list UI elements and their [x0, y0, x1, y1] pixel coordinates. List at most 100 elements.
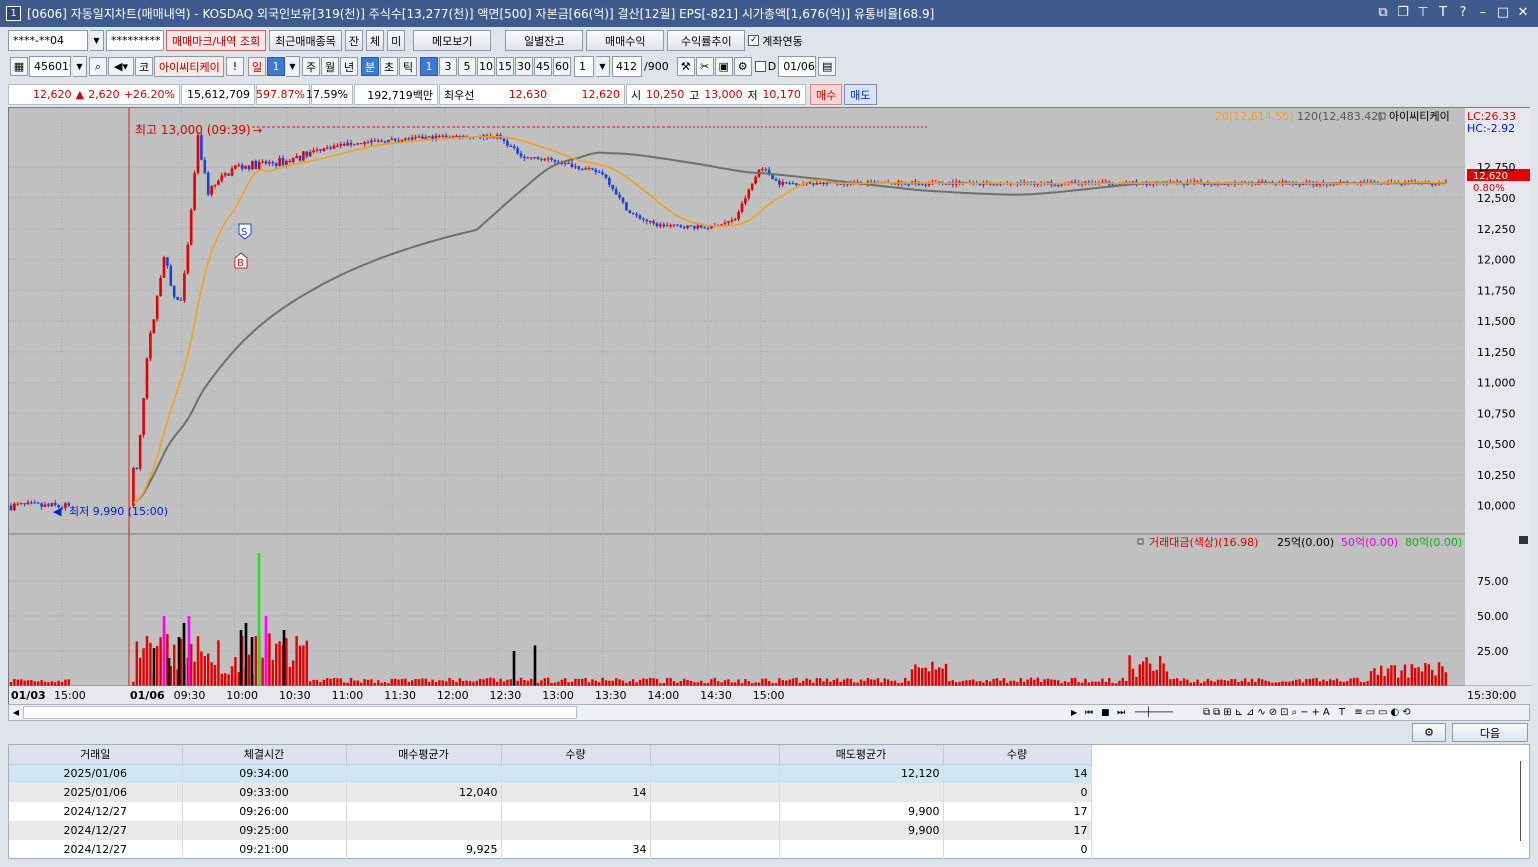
period-year-button[interactable]: 년 [340, 57, 358, 76]
header-sell-avg[interactable]: 매도평균가 [779, 745, 944, 765]
scroll-right-icon[interactable]: ▶ [1071, 708, 1085, 717]
drawing-tools-icon[interactable]: ⧉⧉⊞⊾⊿∿⊘⊡⌕−+A T ≡▭▭◐⟲ [1203, 707, 1529, 718]
bar-count-input[interactable]: 412 [612, 56, 642, 77]
volume-pane-close-icon[interactable] [1519, 536, 1528, 544]
volume-bar [451, 679, 455, 686]
account-input[interactable]: ****-**04 [8, 30, 88, 51]
pin-icon[interactable]: ⊤ [1416, 5, 1430, 20]
header-exec-time[interactable]: 체결시간 [182, 745, 347, 765]
scroll-thumb[interactable] [23, 706, 577, 719]
maximize-icon[interactable]: □ [1496, 5, 1510, 20]
stock-code-input[interactable]: 456010 [29, 56, 71, 77]
chart-area[interactable]: 최고 13,000 (09:39) → ◀ 최저 9,990 (15:00) S… [8, 107, 1531, 705]
help-icon[interactable]: ? [1456, 5, 1470, 20]
stock-code-dropdown-icon[interactable]: ▼ [73, 56, 87, 77]
period-tick-button[interactable]: 틱 [399, 57, 417, 76]
font-icon[interactable]: T [1436, 5, 1450, 20]
next-button[interactable]: 다음 [1452, 723, 1528, 742]
interval-dropdown-icon[interactable]: ▼ [596, 56, 610, 77]
candle-body [179, 299, 183, 301]
account-dropdown-icon[interactable]: ▼ [90, 30, 104, 51]
sell-button[interactable]: 매도 [844, 84, 877, 105]
candlestick-chart[interactable]: 최고 13,000 (09:39) → ◀ 최저 9,990 (15:00) S… [9, 108, 1531, 705]
interval-3-button[interactable]: 3 [439, 57, 457, 76]
header-blank [650, 745, 780, 765]
interval-10-button[interactable]: 10 [477, 57, 495, 76]
interval-select[interactable]: 1 [574, 56, 594, 77]
memo-button[interactable]: 메모보기 [413, 30, 492, 51]
candle-body [655, 223, 659, 227]
volume-bar [1104, 681, 1107, 686]
period-sec-button[interactable]: 초 [380, 57, 398, 76]
password-input[interactable]: ********* [106, 30, 164, 51]
settings-gear-icon[interactable]: ⚙ [733, 57, 752, 76]
volume-bar [1040, 682, 1043, 686]
interval-60-button[interactable]: 60 [553, 57, 571, 76]
calendar-icon[interactable]: ▤ [818, 57, 837, 76]
header-sell-qty[interactable]: 수량 [943, 745, 1092, 765]
scroll-left-icon[interactable]: ◀ [9, 708, 23, 717]
period-month-button[interactable]: 월 [321, 57, 339, 76]
volume-bar [961, 680, 965, 686]
price-tick-label: 10,250 [1477, 469, 1516, 482]
zoom-slider[interactable]: ──┼──── [1135, 708, 1203, 718]
close-icon[interactable]: ✕ [1516, 5, 1530, 20]
period-day-button[interactable]: 일 [248, 57, 266, 76]
date-checkbox[interactable] [754, 61, 766, 72]
copy-icon[interactable]: ❐ [1396, 5, 1410, 20]
time-tick-label: 13:00 [542, 689, 574, 702]
tab-jan[interactable]: 잔 [344, 30, 364, 51]
volume-bar [842, 679, 846, 686]
tab-che[interactable]: 체 [366, 30, 385, 51]
link-icon[interactable]: ⧉ [1376, 5, 1390, 20]
search-icon[interactable]: ⌕ [89, 57, 107, 76]
bar-count-total: /900 [644, 60, 669, 73]
header-buy-avg[interactable]: 매수평균가 [346, 745, 502, 765]
draw-tool-icon[interactable]: ✂ [695, 57, 714, 76]
period-value[interactable]: 1 [267, 57, 285, 76]
profit-trend-button[interactable]: 수익률추이 [667, 30, 746, 51]
table-row[interactable]: 2025/01/06 09:33:00 12,040 14 0 [9, 783, 1092, 802]
scroll-end-icon[interactable]: ⏭ [1117, 708, 1135, 718]
candle-body [682, 226, 686, 229]
interval-15-button[interactable]: 15 [496, 57, 514, 76]
table-row[interactable]: 2024/12/27 09:26:00 9,900 17 [9, 802, 1092, 821]
table-row[interactable]: 2024/12/27 09:21:00 9,925 34 0 [9, 840, 1092, 859]
chart-scrollbar[interactable]: ◀ ▶ ⏮ ■ ⏭ ──┼──── ⧉⧉⊞⊾⊿∿⊘⊡⌕−+A T ≡▭▭◐⟲ [8, 704, 1530, 721]
save-icon[interactable]: ▣ [714, 57, 733, 76]
date-input[interactable]: 01/06 [778, 56, 817, 77]
recent-stocks-button[interactable]: 최근매매종목 [269, 30, 342, 51]
daily-balance-button[interactable]: 일별잔고 [505, 30, 584, 51]
table-row[interactable]: 2024/12/27 09:25:00 9,900 17 [9, 821, 1092, 840]
header-buy-qty[interactable]: 수량 [501, 745, 651, 765]
table-row[interactable]: 2025/01/06 09:34:00 12,120 14 [9, 764, 1092, 783]
volume-bar [822, 681, 825, 686]
speaker-icon[interactable]: ◀▾ [108, 57, 134, 76]
interval-1-button[interactable]: 1 [420, 57, 438, 76]
period-dropdown-icon[interactable]: ▼ [286, 56, 300, 77]
period-week-button[interactable]: 주 [302, 57, 320, 76]
stop-icon[interactable]: ■ [1101, 708, 1117, 718]
interval-30-button[interactable]: 30 [515, 57, 533, 76]
tab-mi[interactable]: 미 [387, 30, 406, 51]
volume-bar [985, 679, 988, 686]
volume-bar [407, 681, 410, 686]
stock-list-icon[interactable]: ▦ [10, 57, 28, 76]
account-link-checkbox[interactable]: ✓ [748, 35, 760, 46]
volume-bar [349, 677, 353, 686]
volume-bar [428, 682, 431, 686]
interval-5-button[interactable]: 5 [458, 57, 476, 76]
table-settings-gear-icon[interactable]: ⚙ [1412, 723, 1446, 742]
period-min-button[interactable]: 분 [361, 57, 379, 76]
stock-name-field[interactable]: 아이씨티케이 [154, 56, 224, 77]
scroll-start-icon[interactable]: ⏮ [1085, 708, 1101, 718]
alert-button[interactable]: ! [226, 57, 244, 76]
table-scrollbar[interactable] [1520, 761, 1525, 841]
trade-profit-button[interactable]: 매매수익 [586, 30, 665, 51]
buy-button[interactable]: 매수 [810, 84, 843, 105]
trade-mark-button[interactable]: 매매마크/내역 조회 [166, 30, 267, 51]
minimize-icon[interactable]: – [1476, 5, 1490, 20]
header-trade-date[interactable]: 거래일 [9, 745, 183, 765]
interval-45-button[interactable]: 45 [534, 57, 552, 76]
chart-tool-icon[interactable]: ⚒ [676, 57, 695, 76]
